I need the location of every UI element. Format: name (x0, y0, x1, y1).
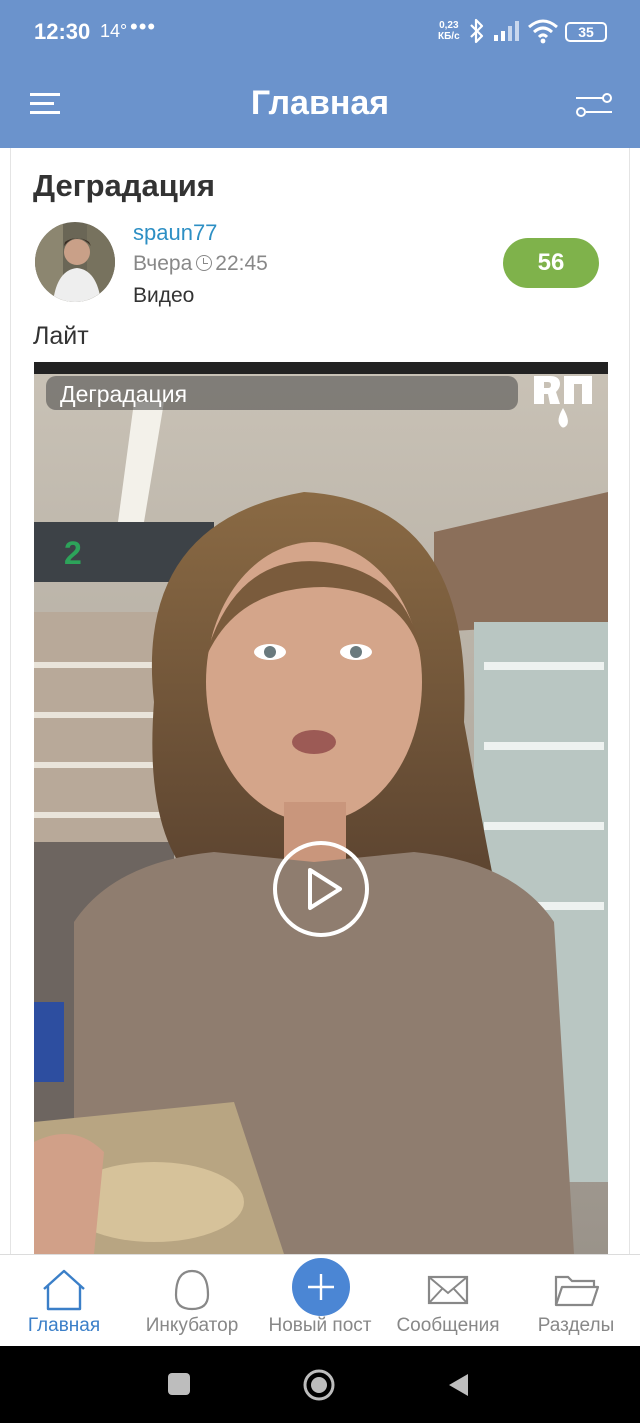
video-caption: Деградация (46, 376, 518, 410)
rating-badge[interactable]: 56 (503, 238, 599, 288)
folder-icon (554, 1275, 600, 1307)
status-more-dots: ••• (130, 14, 157, 39)
bottom-navigation: Главная Инкубатор Новый пост Сообщения Р… (0, 1254, 640, 1346)
wifi-icon (528, 19, 558, 44)
nav-item-home[interactable]: Главная (0, 1255, 128, 1347)
video-player[interactable]: 2 Деградация (34, 362, 608, 1254)
network-speed: 0,23 КБ/с (438, 20, 460, 42)
app-bar: Главная (0, 62, 640, 148)
nav-item-sections[interactable]: Разделы (512, 1255, 640, 1347)
battery-icon: 35 (565, 22, 607, 42)
nav-item-new-post[interactable]: Новый пост (256, 1255, 384, 1347)
nav-label-incubator: Инкубатор (145, 1315, 239, 1336)
home-button-icon[interactable] (302, 1368, 336, 1402)
status-time: 12:30 (34, 19, 91, 44)
page-title: Главная (250, 84, 390, 122)
home-icon (43, 1269, 85, 1311)
post-title[interactable]: Деградация (33, 168, 215, 204)
yap-logo-icon (534, 376, 592, 428)
play-icon[interactable] (272, 840, 370, 938)
status-bar: 12:30 14° ••• 0,23 КБ/с 35 (0, 0, 640, 62)
status-temperature: 14° (100, 21, 128, 41)
signal-icon (494, 21, 519, 41)
author-link[interactable]: spaun77 (133, 220, 217, 246)
system-navigation-bar (0, 1346, 640, 1423)
nav-label-new-post: Новый пост (268, 1315, 372, 1336)
recent-apps-icon[interactable] (167, 1372, 191, 1396)
network-speed-value: 0,23 (439, 20, 459, 31)
post-text: Лайт (33, 322, 89, 350)
new-post-button[interactable] (292, 1258, 350, 1316)
video-thumbnail: 2 (34, 362, 608, 1254)
date-label: Вчера (133, 252, 193, 275)
nav-item-incubator[interactable]: Инкубатор (128, 1255, 256, 1347)
network-speed-unit: КБ/с (438, 31, 460, 42)
post-category[interactable]: Видео (133, 284, 194, 308)
clock-icon (196, 255, 213, 271)
back-button-icon[interactable] (446, 1372, 472, 1398)
author-avatar[interactable] (35, 222, 115, 302)
egg-icon (174, 1269, 210, 1311)
post-time: 22:45 (215, 252, 268, 275)
envelope-icon (427, 1275, 469, 1305)
battery-level: 35 (578, 24, 594, 40)
nav-label-home: Главная (27, 1315, 101, 1336)
plus-icon (308, 1274, 334, 1300)
bluetooth-icon (470, 18, 484, 44)
svg-text:2: 2 (64, 535, 82, 571)
nav-item-messages[interactable]: Сообщения (384, 1255, 512, 1347)
post-date: Вчера 22:45 (133, 252, 268, 276)
filter-sliders-icon[interactable] (574, 88, 614, 122)
nav-label-sections: Разделы (537, 1315, 615, 1336)
video-top-band (34, 362, 608, 374)
post-card: Деградация spaun77 Вчера 22:45 Видео 56 Л… (10, 148, 630, 1254)
nav-label-messages: Сообщения (396, 1315, 500, 1336)
